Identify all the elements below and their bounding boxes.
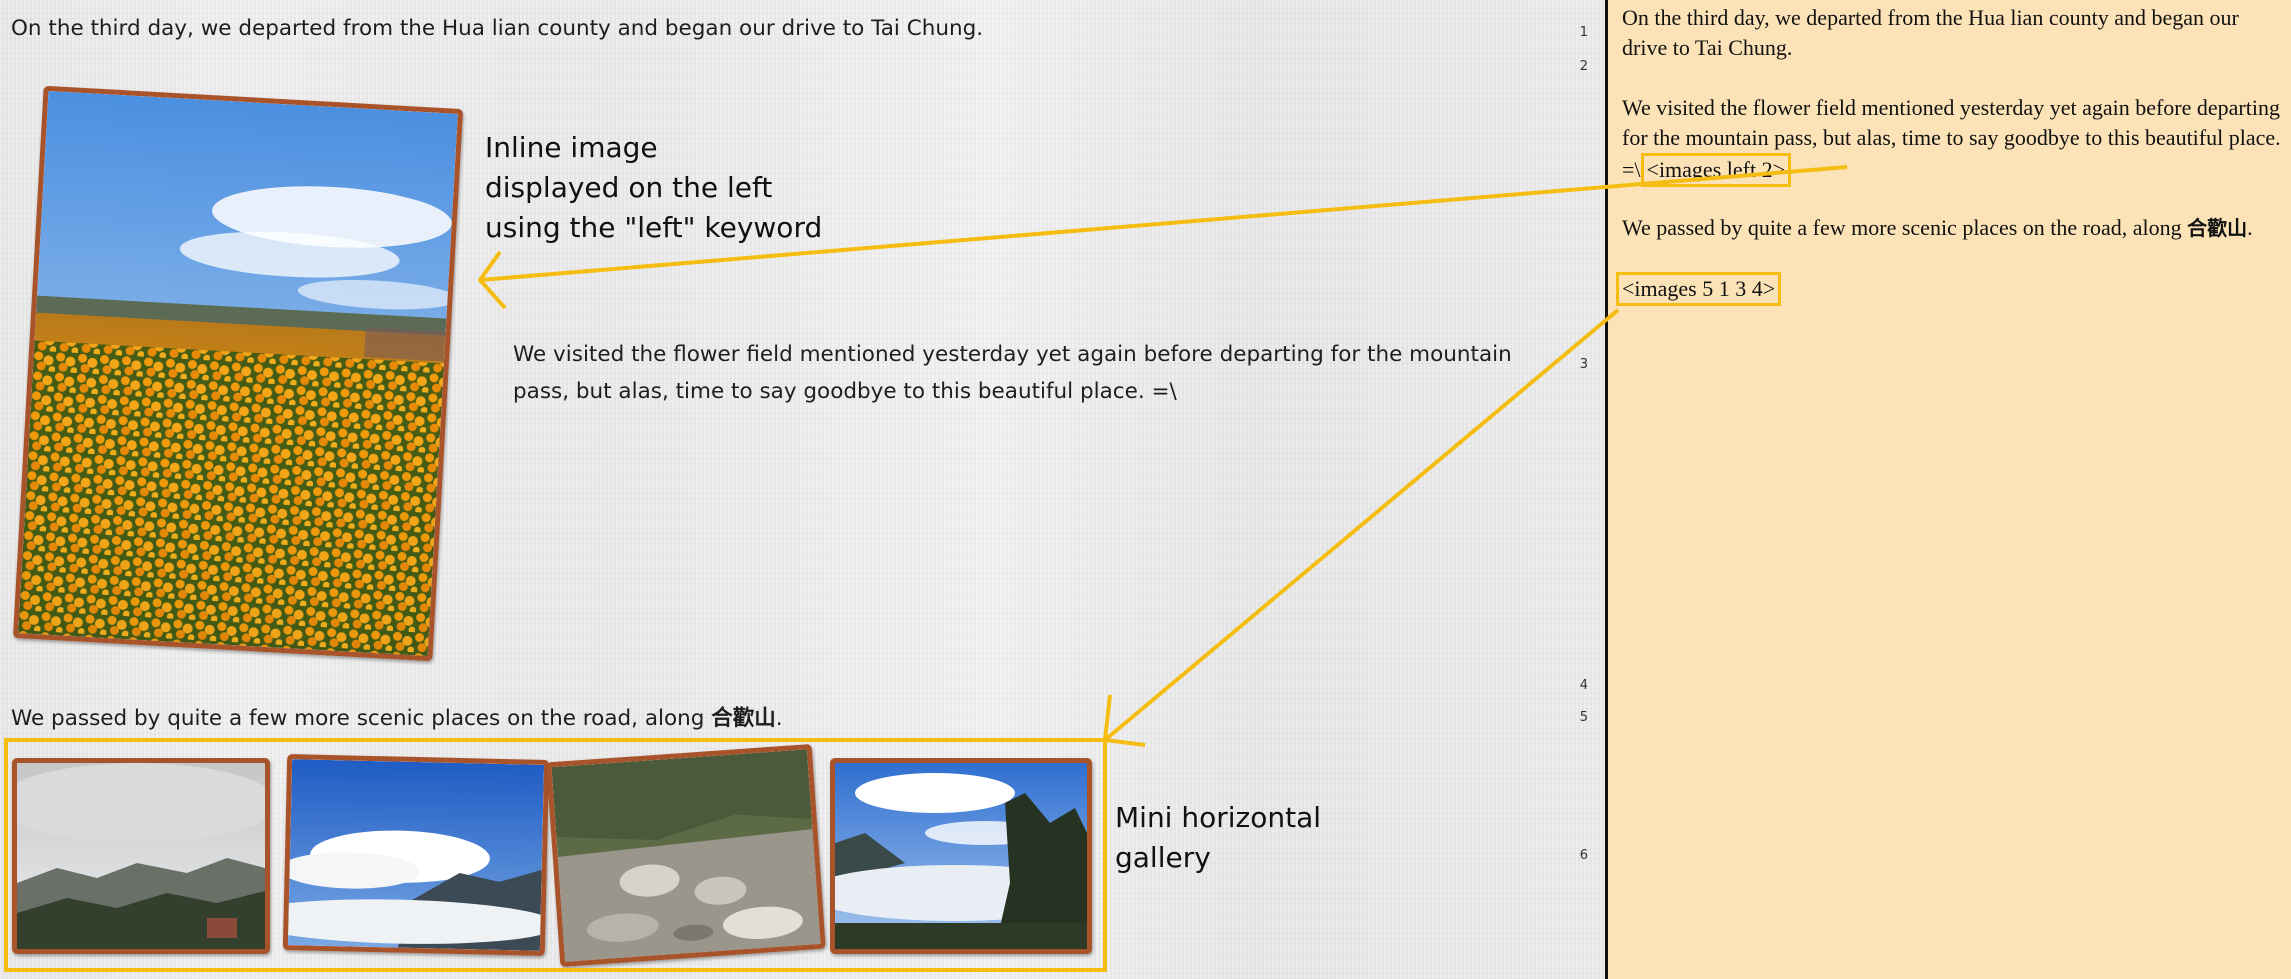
arrow-to-gallery <box>1103 308 1620 742</box>
arrow-to-inline-image <box>479 165 1848 282</box>
gallery-highlight-box <box>4 738 1107 972</box>
annotation-overlay <box>4 165 1848 972</box>
